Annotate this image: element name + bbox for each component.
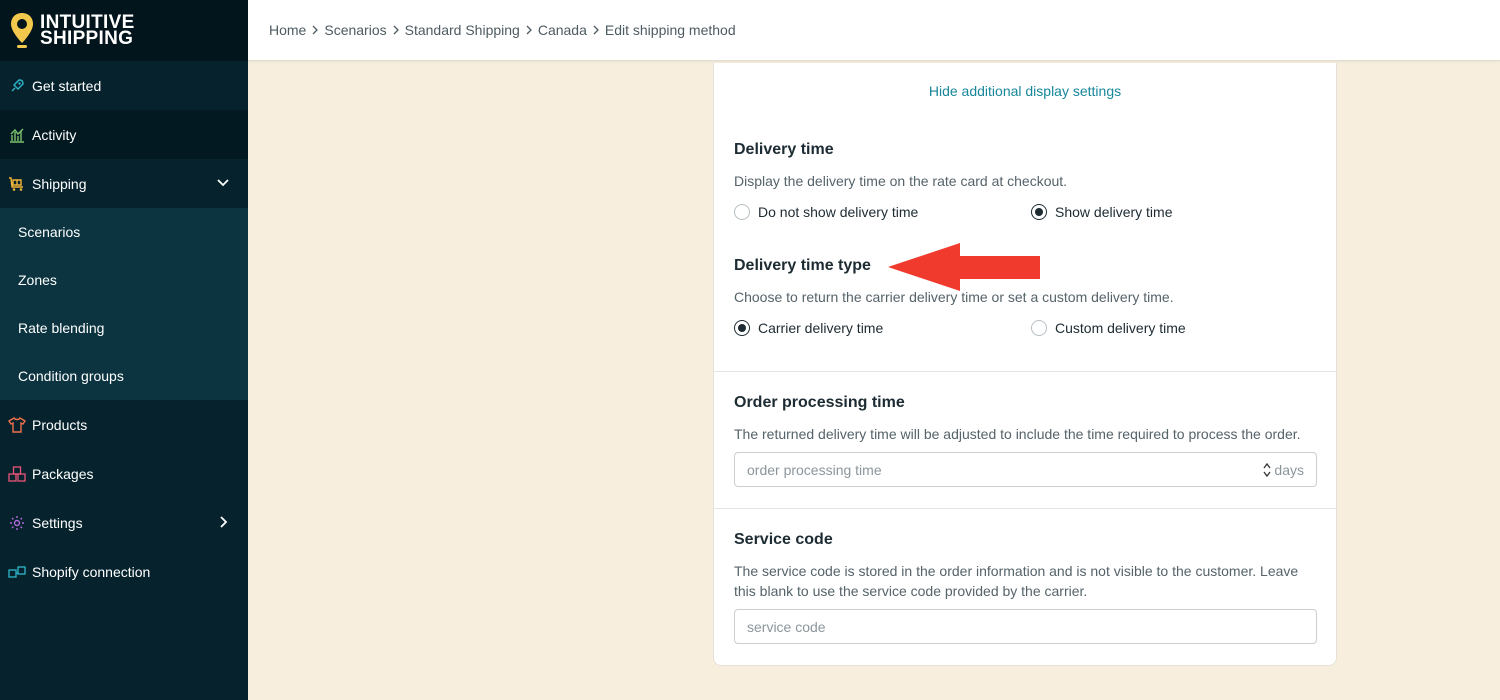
sidebar-item-settings[interactable]: Settings [0, 498, 248, 547]
radio-button-checked[interactable] [734, 320, 750, 336]
days-suffix: days [1274, 461, 1304, 478]
delivery-time-desc: Display the delivery time on the rate ca… [734, 173, 1068, 189]
display-settings-card: Hide additional display settings Deliver… [713, 63, 1337, 666]
annotation-arrow-icon [888, 243, 1040, 291]
service-code-title: Service code [734, 531, 833, 548]
breadcrumb-canada[interactable]: Canada [538, 22, 587, 38]
location-pin-icon [11, 12, 33, 48]
breadcrumb: Home Scenarios Standard Shipping Canada … [248, 0, 1500, 61]
boxes-icon [8, 465, 26, 483]
brand-name: INTUITIVE SHIPPING [40, 11, 135, 49]
breadcrumb-home[interactable]: Home [269, 22, 306, 38]
sidebar-item-shipping[interactable]: Shipping [0, 159, 248, 208]
breadcrumb-current: Edit shipping method [604, 22, 736, 38]
order-processing-field: days [734, 452, 1317, 487]
radio-show-delivery-time[interactable]: Show delivery time [1031, 204, 1173, 220]
rocket-icon [8, 77, 26, 95]
sidebar-item-condition-groups[interactable]: Condition groups [0, 352, 248, 400]
sidebar-item-packages[interactable]: Packages [0, 449, 248, 498]
service-code-input[interactable] [747, 618, 1316, 635]
chevron-down-icon[interactable] [216, 176, 230, 190]
breadcrumb-scenarios[interactable]: Scenarios [324, 22, 386, 38]
breadcrumb-standard-shipping[interactable]: Standard Shipping [405, 22, 520, 38]
delivery-time-title: Delivery time [734, 141, 834, 158]
chart-icon [8, 126, 26, 144]
radio-custom-delivery-time[interactable]: Custom delivery time [1031, 320, 1186, 336]
radio-button[interactable] [1031, 320, 1047, 336]
chevron-right-icon[interactable] [216, 515, 230, 529]
radio-do-not-show-delivery-time[interactable]: Do not show delivery time [734, 204, 918, 220]
order-processing-input[interactable] [747, 461, 1263, 478]
service-code-field [734, 609, 1317, 644]
truck-icon [8, 175, 26, 193]
radio-button[interactable] [734, 204, 750, 220]
service-code-desc: The service code is stored in the order … [734, 563, 1299, 599]
sidebar-item-zones[interactable]: Zones [0, 256, 248, 304]
order-processing-desc: The returned delivery time will be adjus… [734, 426, 1301, 442]
chevron-right-icon [308, 23, 322, 37]
sidebar-item-activity[interactable]: Activity [0, 110, 248, 159]
gear-icon [8, 514, 26, 532]
sidebar-item-get-started[interactable]: Get started [0, 61, 248, 110]
chevron-right-icon [522, 23, 536, 37]
shipping-subnav: Scenarios Zones Rate blending Condition … [0, 208, 248, 400]
chevron-right-icon [589, 23, 603, 37]
radio-button-checked[interactable] [1031, 204, 1047, 220]
delivery-time-type-title: Delivery time type [734, 257, 871, 274]
chevron-right-icon [389, 23, 403, 37]
sidebar-item-scenarios[interactable]: Scenarios [0, 208, 248, 256]
sidebar: INTUITIVE SHIPPING Get started Activity … [0, 0, 248, 700]
section-divider [714, 508, 1336, 509]
number-spinner-icon[interactable] [1262, 462, 1272, 478]
hide-additional-settings-link[interactable]: Hide additional display settings [714, 83, 1336, 99]
sidebar-item-rate-blending[interactable]: Rate blending [0, 304, 248, 352]
shirt-icon [8, 416, 26, 434]
sidebar-item-products[interactable]: Products [0, 400, 248, 449]
brand-logo[interactable]: INTUITIVE SHIPPING [0, 0, 248, 61]
connection-icon [8, 563, 26, 581]
order-processing-title: Order processing time [734, 394, 905, 411]
radio-carrier-delivery-time[interactable]: Carrier delivery time [734, 320, 883, 336]
section-divider [714, 371, 1336, 372]
sidebar-item-shopify-connection[interactable]: Shopify connection [0, 547, 248, 596]
